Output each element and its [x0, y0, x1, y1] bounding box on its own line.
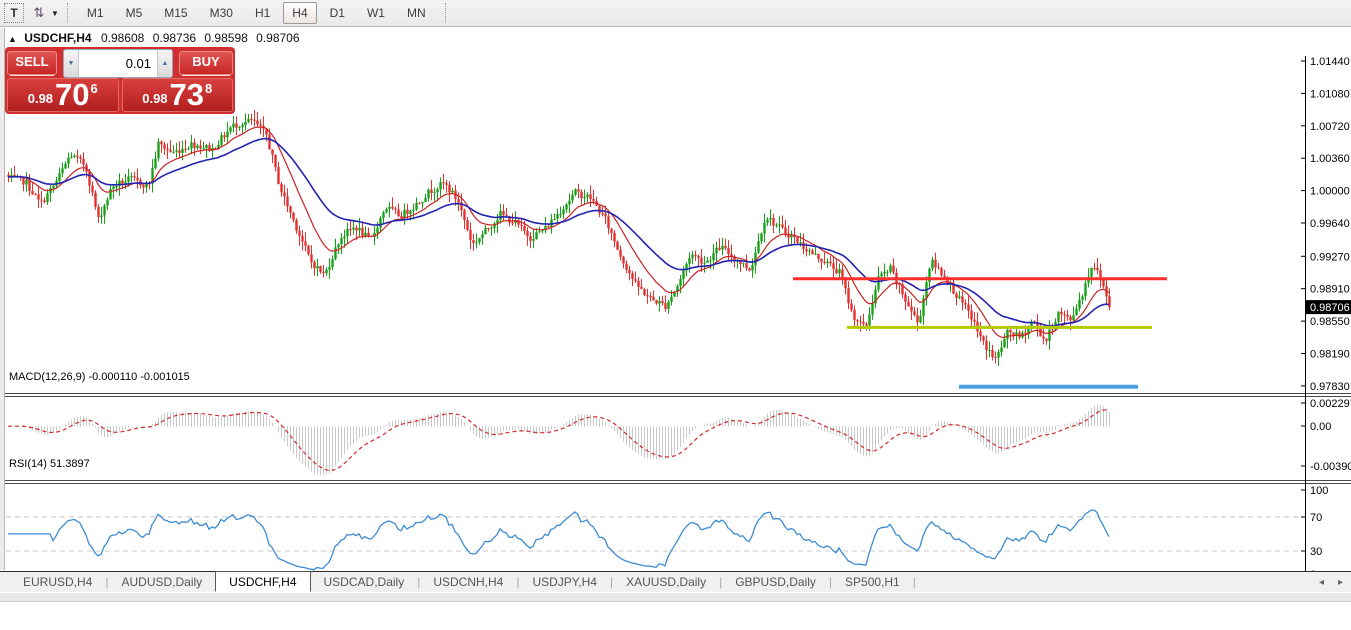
- toolbar-separator: [67, 3, 68, 23]
- price-axis-label: 1.00360: [1310, 153, 1350, 165]
- volume-input[interactable]: [79, 50, 157, 77]
- symbol-period-label: USDCHF,H4: [24, 31, 91, 45]
- rsi-indicator: [8, 510, 1109, 570]
- tab-usdcnh-h4[interactable]: USDCNH,H4: [420, 573, 516, 591]
- price-axis-label: 0.99270: [1310, 251, 1350, 263]
- macd-axis-label: 0.002297: [1310, 398, 1351, 410]
- rsi-axis-label: 70: [1310, 512, 1322, 524]
- timeframe-button-group: M1M5M15M30H1H4D1W1MN: [76, 2, 437, 24]
- rsi-axis-label: 100: [1310, 485, 1328, 497]
- buy-price-button[interactable]: 0.98 73 8: [122, 78, 234, 112]
- toolbar-separator: [445, 3, 446, 23]
- sell-price-prefix: 0.98: [28, 91, 53, 106]
- open-value: 0.98608: [101, 31, 144, 45]
- tab-usdjpy-h4[interactable]: USDJPY,H4: [519, 573, 609, 591]
- buy-price-pip: 8: [205, 81, 212, 96]
- buy-price-prefix: 0.98: [142, 91, 167, 106]
- chart-tabs: EURUSD,H4 | AUDUSD,DailyUSDCHF,H4USDCAD,Da…: [10, 573, 916, 592]
- price-axis-label: 1.00720: [1310, 121, 1350, 133]
- price-axis-label: 0.97830: [1310, 381, 1350, 393]
- sell-price-pip: 6: [91, 81, 98, 96]
- macd-axis-label: -0.003904: [1310, 461, 1351, 473]
- volume-decrement-button[interactable]: ▼: [64, 50, 79, 77]
- timeframe-button-h1[interactable]: H1: [246, 2, 279, 24]
- timeframe-button-h4[interactable]: H4: [283, 2, 316, 24]
- volume-stepper: ▼ ▲: [63, 49, 173, 78]
- top-toolbar: T ⇅ ▼ M1M5M15M30H1H4D1W1MN: [0, 0, 1351, 27]
- window-bottom-strip: [0, 592, 1351, 602]
- chart-ohlc-header: ▲ USDCHF,H4 0.98608 0.98736 0.98598 0.98…: [8, 31, 305, 45]
- price-axis-label: 0.99640: [1310, 218, 1350, 230]
- tab-audusd-daily[interactable]: AUDUSD,Daily: [108, 573, 215, 591]
- rsi-axis-label: 30: [1310, 546, 1322, 558]
- timeframe-button-mn[interactable]: MN: [398, 2, 435, 24]
- metatrader-window: { "toolbar": { "text_tool_label": "T", "…: [0, 0, 1351, 602]
- chart-tab-bar: EURUSD,H4 | AUDUSD,DailyUSDCHF,H4USDCAD,Da…: [0, 571, 1351, 592]
- tab-usdcad-daily[interactable]: USDCAD,Daily: [311, 573, 418, 591]
- close-value: 0.98706: [256, 31, 299, 45]
- price-chart-svg: 1.01440 1.01080 1.00720 1.00360 1.00000 0.996…: [0, 28, 1351, 630]
- macd-indicator: [8, 405, 1110, 476]
- macd-pane-label: MACD(12,26,9) -0.000110 -0.001015: [9, 371, 190, 383]
- timeframe-button-m1[interactable]: M1: [78, 2, 113, 24]
- collapse-panel-icon[interactable]: ▲: [8, 34, 17, 44]
- tab-usdchf-h4[interactable]: USDCHF,H4: [215, 571, 310, 592]
- high-value: 0.98736: [153, 31, 196, 45]
- text-tool-icon[interactable]: T: [4, 3, 24, 23]
- current-price-tag: 0.98706: [1310, 302, 1350, 314]
- sell-price-button[interactable]: 0.98 70 6: [7, 78, 119, 112]
- timeframe-button-w1[interactable]: W1: [358, 2, 394, 24]
- price-axis-label: 1.01440: [1310, 56, 1350, 68]
- sell-price-big: 70: [55, 80, 89, 110]
- moving-average-lines: [8, 127, 1109, 338]
- low-value: 0.98598: [204, 31, 247, 45]
- volume-increment-button[interactable]: ▲: [157, 50, 172, 77]
- price-axis-label: 1.01080: [1310, 88, 1350, 100]
- price-axis-label: 0.98910: [1310, 284, 1350, 296]
- timeframe-button-m30[interactable]: M30: [201, 2, 242, 24]
- one-click-trading-panel: SELL ▼ ▲ BUY 0.98 70 6 0.98 73 8: [5, 47, 235, 114]
- timeframe-button-d1[interactable]: D1: [321, 2, 354, 24]
- tab-scroll-right-icon[interactable]: ▸: [1338, 577, 1343, 588]
- sell-button[interactable]: SELL: [7, 51, 57, 75]
- tab-gbpusd-daily[interactable]: GBPUSD,Daily: [722, 573, 829, 591]
- tab-scroll-left-icon[interactable]: ◂: [1319, 577, 1324, 588]
- tab-sp500-h1[interactable]: SP500,H1: [832, 573, 913, 591]
- chart-axes: 1.01440 1.01080 1.00720 1.00360 1.00000 0.996…: [0, 56, 1351, 595]
- price-axis-label: 0.98550: [1310, 316, 1350, 328]
- buy-price-big: 73: [170, 80, 204, 110]
- price-axis-label: 0.98190: [1310, 349, 1350, 361]
- tab-separator: |: [913, 575, 916, 589]
- macd-axis-label: 0.00: [1310, 421, 1331, 433]
- rsi-pane-label: RSI(14) 51.3897: [9, 458, 90, 470]
- tab-scroll-controls: ◂ ▸: [1319, 577, 1343, 588]
- tab-xauusd-daily[interactable]: XAUUSD,Daily: [613, 573, 719, 591]
- arrows-tool-icon[interactable]: ⇅: [27, 3, 49, 23]
- timeframe-button-m5[interactable]: M5: [117, 2, 152, 24]
- buy-button[interactable]: BUY: [179, 51, 233, 75]
- indicator-level-lines: [6, 517, 1300, 551]
- timeframe-button-m15[interactable]: M15: [155, 2, 196, 24]
- price-axis-label: 1.00000: [1310, 186, 1350, 198]
- chevron-down-icon[interactable]: ▼: [51, 9, 59, 18]
- tab-eurusd-h4[interactable]: EURUSD,H4: [10, 573, 105, 591]
